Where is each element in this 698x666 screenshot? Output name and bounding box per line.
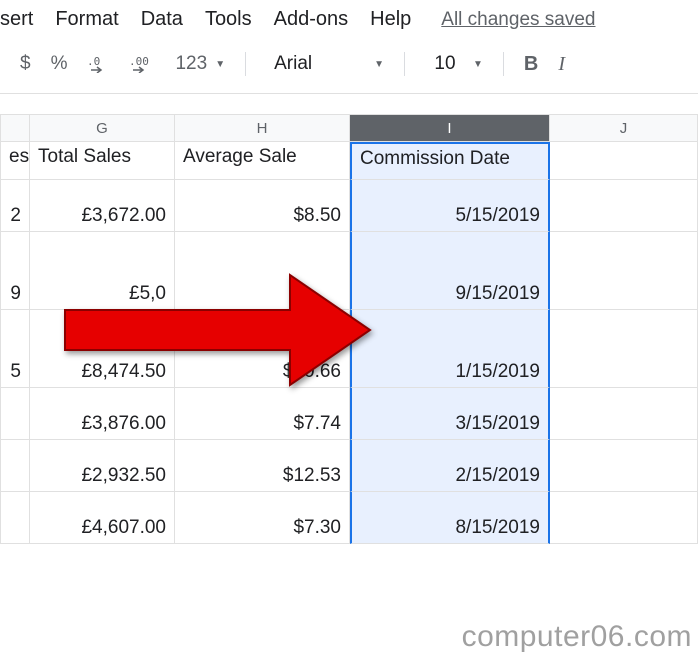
font-size-label: 10 [425, 49, 465, 79]
cell[interactable]: $10.66 [175, 310, 350, 388]
menu-data[interactable]: Data [141, 8, 183, 31]
cell[interactable]: $12.53 [175, 440, 350, 492]
toolbar-separator [503, 52, 504, 76]
cell[interactable]: $7.74 [175, 388, 350, 440]
header-cell-commission-date[interactable]: Commission Date [350, 142, 550, 180]
cell[interactable]: $8.50 [175, 180, 350, 232]
cell[interactable]: 5 [0, 310, 30, 388]
increase-decimal-button[interactable]: .00 [119, 51, 165, 77]
decrease-decimal-button[interactable]: .0 [77, 51, 119, 77]
cell[interactable] [550, 440, 698, 492]
cell[interactable] [550, 388, 698, 440]
svg-text:.0: .0 [87, 55, 100, 68]
toolbar-separator [404, 52, 405, 76]
table-row: 2£3,672.00$8.505/15/2019 [0, 180, 698, 232]
font-size-dropdown[interactable]: 10 ▼ [415, 45, 493, 83]
cell[interactable] [0, 440, 30, 492]
toolbar: $ % .0 .00 123 ▼ Arial ▼ 10 ▼ B I [0, 39, 698, 94]
column-headers-row: G H I J [0, 114, 698, 142]
cell[interactable]: £4,607.00 [30, 492, 175, 544]
menu-help[interactable]: Help [370, 8, 411, 31]
cell[interactable]: 2/15/2019 [350, 440, 550, 492]
menu-addons[interactable]: Add-ons [274, 8, 349, 31]
more-formats-button[interactable]: 123 ▼ [165, 49, 235, 79]
column-header-h[interactable]: H [175, 114, 350, 142]
cell[interactable]: 1/15/2019 [350, 310, 550, 388]
menu-tools[interactable]: Tools [205, 8, 252, 31]
table-header-row: es Total Sales Average Sale Commission D… [0, 142, 698, 180]
table-row: 5£8,474.50$10.661/15/2019 [0, 310, 698, 388]
chevron-down-icon: ▼ [374, 59, 384, 70]
cell[interactable]: 3/15/2019 [350, 388, 550, 440]
menu-insert[interactable]: sert [0, 8, 33, 31]
cell[interactable]: 2 [0, 180, 30, 232]
header-cell[interactable] [550, 142, 698, 180]
cell[interactable]: 9 [0, 232, 30, 310]
cell[interactable]: £3,672.00 [30, 180, 175, 232]
table-row: £4,607.00$7.308/15/2019 [0, 492, 698, 544]
italic-button[interactable]: I [548, 49, 575, 80]
percent-format-button[interactable]: % [41, 49, 78, 79]
cell[interactable]: 5/15/2019 [350, 180, 550, 232]
table-row: 9£5,0 9/15/2019 [0, 232, 698, 310]
cell[interactable] [175, 232, 350, 310]
cell[interactable] [0, 492, 30, 544]
cell[interactable]: 9/15/2019 [350, 232, 550, 310]
cell[interactable]: £5,0 [30, 232, 175, 310]
menu-format[interactable]: Format [55, 8, 118, 31]
font-family-label: Arial [266, 49, 366, 79]
spreadsheet-grid: G H I J es Total Sales Average Sale Comm… [0, 114, 698, 544]
header-cell-total-sales[interactable]: Total Sales [30, 142, 175, 180]
cell[interactable] [550, 492, 698, 544]
svg-text:.00: .00 [129, 55, 149, 68]
menu-bar: sert Format Data Tools Add-ons Help All … [0, 0, 698, 39]
cell[interactable]: $7.30 [175, 492, 350, 544]
table-row: £3,876.00$7.743/15/2019 [0, 388, 698, 440]
chevron-down-icon: ▼ [473, 59, 483, 70]
watermark: computer06.com [462, 620, 692, 654]
cell[interactable] [550, 180, 698, 232]
currency-format-button[interactable]: $ [10, 49, 41, 79]
column-header-g[interactable]: G [30, 114, 175, 142]
header-cell-average-sale[interactable]: Average Sale [175, 142, 350, 180]
chevron-down-icon: ▼ [215, 59, 225, 70]
bold-button[interactable]: B [514, 49, 548, 80]
cell[interactable] [550, 310, 698, 388]
column-header-j[interactable]: J [550, 114, 698, 142]
table-row: £2,932.50$12.532/15/2019 [0, 440, 698, 492]
cell[interactable]: £8,474.50 [30, 310, 175, 388]
header-cell[interactable]: es [0, 142, 30, 180]
more-formats-label: 123 [175, 53, 207, 75]
toolbar-separator [245, 52, 246, 76]
cell[interactable] [0, 388, 30, 440]
cell[interactable] [550, 232, 698, 310]
cell[interactable]: 8/15/2019 [350, 492, 550, 544]
column-header-f[interactable] [0, 114, 30, 142]
cell[interactable]: £2,932.50 [30, 440, 175, 492]
cell[interactable]: £3,876.00 [30, 388, 175, 440]
font-family-dropdown[interactable]: Arial ▼ [256, 45, 394, 83]
changes-saved-link[interactable]: All changes saved [441, 9, 595, 31]
column-header-i[interactable]: I [350, 114, 550, 142]
